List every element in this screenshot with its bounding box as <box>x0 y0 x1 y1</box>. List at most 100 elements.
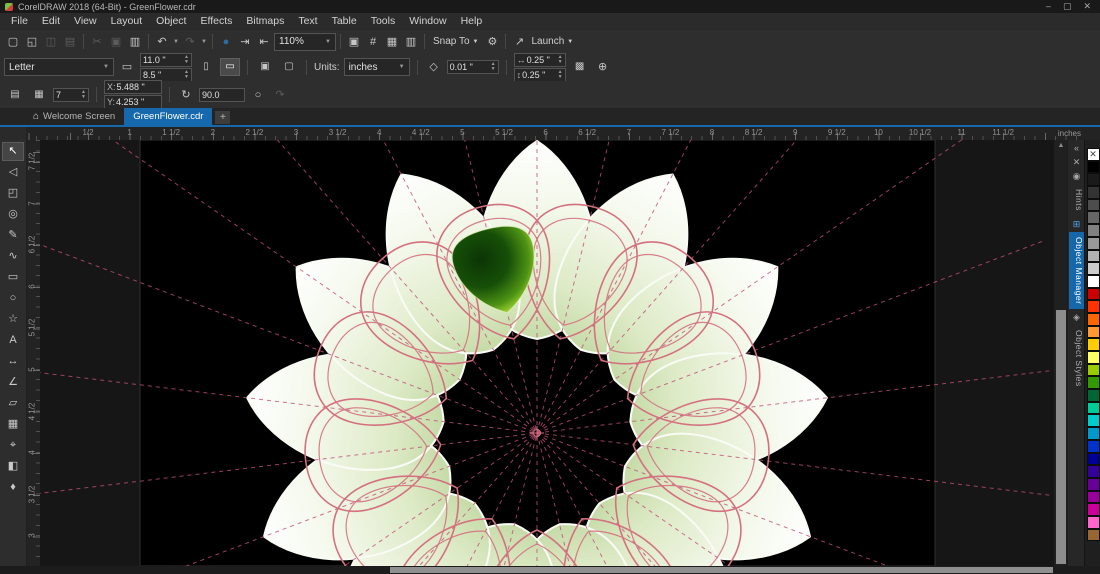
search-content-icon[interactable]: ● <box>217 33 235 51</box>
grid-rows-icon[interactable]: ▦ <box>29 86 49 104</box>
docker-tab-hints[interactable]: Hints <box>1069 184 1084 216</box>
shape-tool[interactable]: ◁ <box>2 163 24 182</box>
full-screen-preview-icon[interactable]: ▣ <box>345 33 363 51</box>
menu-window[interactable]: Window <box>402 13 453 30</box>
stepper-icon[interactable]: ▲▼ <box>558 70 563 80</box>
zoom-level-select[interactable]: 110%▼ <box>274 33 336 51</box>
color-swatch[interactable] <box>1087 161 1100 174</box>
menu-table[interactable]: Table <box>325 13 364 30</box>
page-width-field[interactable]: 11.0 " ▲▼ <box>140 53 192 67</box>
print-icon[interactable]: ▤ <box>61 33 79 51</box>
show-guidelines-icon[interactable]: ▥ <box>402 33 420 51</box>
menu-edit[interactable]: Edit <box>35 13 67 30</box>
stepper-icon[interactable]: ▲▼ <box>184 70 189 80</box>
options-icon[interactable]: ⚙ <box>483 33 501 51</box>
stepper-icon[interactable]: ▲▼ <box>184 55 189 65</box>
vertical-ruler[interactable]: 7 1/276 1/265 1/254 1/243 1/23 <box>26 140 41 566</box>
dimension-tool[interactable]: ↔ <box>2 352 24 371</box>
outline-pen-tool[interactable]: ♦ <box>2 478 24 497</box>
color-swatch[interactable] <box>1087 250 1100 263</box>
polygon-tool[interactable]: ☆ <box>2 310 24 329</box>
paste-icon[interactable]: ▥ <box>126 33 144 51</box>
color-swatch[interactable] <box>1087 414 1100 427</box>
open-icon[interactable]: ◱ <box>23 33 41 51</box>
color-swatch[interactable] <box>1087 440 1100 453</box>
menu-layout[interactable]: Layout <box>104 13 150 30</box>
new-document-icon[interactable]: ▢ <box>4 33 22 51</box>
color-swatch[interactable] <box>1087 186 1100 199</box>
view-mode-icon[interactable]: ▤ <box>5 86 25 104</box>
drawing-canvas[interactable] <box>40 140 1053 566</box>
freehand-tool[interactable]: ✎ <box>2 226 24 245</box>
launch-dropdown[interactable]: ↗Launch▼ <box>510 33 573 51</box>
transparency-tool[interactable]: ▦ <box>2 415 24 434</box>
duplicate-x-field[interactable]: ↔ 0.25 " ▲▼ <box>514 53 566 67</box>
color-swatch[interactable] <box>1087 516 1100 529</box>
docker-tab-object-manager[interactable]: Object Manager <box>1069 232 1084 309</box>
color-swatch[interactable] <box>1087 453 1100 466</box>
color-swatch[interactable] <box>1087 389 1100 402</box>
cut-icon[interactable]: ✂ <box>88 33 106 51</box>
stepper-icon[interactable]: ▲▼ <box>81 90 86 100</box>
color-swatch[interactable] <box>1087 211 1100 224</box>
interactive-fill-tool[interactable]: ◧ <box>2 457 24 476</box>
menu-text[interactable]: Text <box>291 13 324 30</box>
stepper-icon[interactable]: ▲▼ <box>491 62 496 72</box>
color-swatch[interactable] <box>1087 173 1100 186</box>
text-tool[interactable]: A <box>2 331 24 350</box>
menu-object[interactable]: Object <box>149 13 193 30</box>
menu-file[interactable]: File <box>4 13 35 30</box>
color-swatch[interactable] <box>1087 529 1100 542</box>
rotation-center-icon[interactable]: ○ <box>249 86 267 104</box>
color-swatch[interactable] <box>1087 313 1100 326</box>
color-swatch[interactable] <box>1087 351 1100 364</box>
undo-dropdown-icon[interactable]: ▼ <box>172 39 180 45</box>
close-icon[interactable]: ✕ <box>1083 1 1091 12</box>
rectangle-tool[interactable]: ▭ <box>2 268 24 287</box>
color-swatch[interactable] <box>1087 465 1100 478</box>
count-field[interactable]: 7 ▲▼ <box>53 88 89 102</box>
drop-shadow-tool[interactable]: ▱ <box>2 394 24 413</box>
color-swatch[interactable] <box>1087 364 1100 377</box>
color-eyedropper-tool[interactable]: ⌖ <box>2 436 24 455</box>
x-position-field[interactable]: X: 5.488 " <box>104 80 162 94</box>
docker-close-icon[interactable]: ✕ <box>1073 156 1081 168</box>
flower-artwork[interactable] <box>40 140 1053 566</box>
save-icon[interactable]: ◫ <box>42 33 60 51</box>
color-swatch[interactable] <box>1087 491 1100 504</box>
show-rulers-icon[interactable]: # <box>364 33 382 51</box>
color-swatch[interactable] <box>1087 338 1100 351</box>
color-swatch[interactable] <box>1087 288 1100 301</box>
vertical-scroll-thumb[interactable] <box>1056 310 1066 564</box>
page-size-select[interactable]: Letter▼ <box>4 58 114 76</box>
rotation-angle-field[interactable]: 90.0 <box>199 88 245 102</box>
new-tab-button[interactable]: + <box>215 111 230 124</box>
document-tab-greenflower-cdr[interactable]: GreenFlower.cdr <box>124 108 212 125</box>
import-icon[interactable]: ⇥ <box>236 33 254 51</box>
ellipse-tool[interactable]: ○ <box>2 289 24 308</box>
color-swatch[interactable] <box>1087 275 1100 288</box>
horizontal-ruler[interactable]: inches 1/211 1/222 1/233 1/244 1/255 1/2… <box>26 127 1084 141</box>
maximize-icon[interactable]: ▢ <box>1063 1 1072 12</box>
document-tab-welcome-screen[interactable]: ⌂Welcome Screen <box>24 108 124 125</box>
color-swatch[interactable] <box>1087 402 1100 415</box>
connector-tool[interactable]: ∠ <box>2 373 24 392</box>
mirror-icon[interactable]: ↷ <box>271 86 289 104</box>
show-grid-icon[interactable]: ▦ <box>383 33 401 51</box>
menu-effects[interactable]: Effects <box>193 13 239 30</box>
duplicate-y-field[interactable]: ↕ 0.25 " ▲▼ <box>514 68 566 82</box>
portrait-button[interactable]: ▯ <box>196 58 216 76</box>
current-page-button[interactable]: ▢ <box>279 58 299 76</box>
pick-tool[interactable]: ↖ <box>2 142 24 161</box>
color-swatch[interactable] <box>1087 503 1100 516</box>
y-position-field[interactable]: Y: 4.253 " <box>104 95 162 109</box>
menu-help[interactable]: Help <box>454 13 490 30</box>
menu-bitmaps[interactable]: Bitmaps <box>239 13 291 30</box>
add-page-frame-icon[interactable]: ⊕ <box>594 58 612 76</box>
landscape-button[interactable]: ▭ <box>220 58 240 76</box>
copy-icon[interactable]: ▣ <box>107 33 125 51</box>
no-color-swatch[interactable]: ✕ <box>1087 148 1100 161</box>
treat-as-filled-button[interactable]: ▩ <box>570 58 590 76</box>
undo-icon[interactable]: ↶ <box>153 33 171 51</box>
all-pages-button[interactable]: ▣ <box>255 58 275 76</box>
